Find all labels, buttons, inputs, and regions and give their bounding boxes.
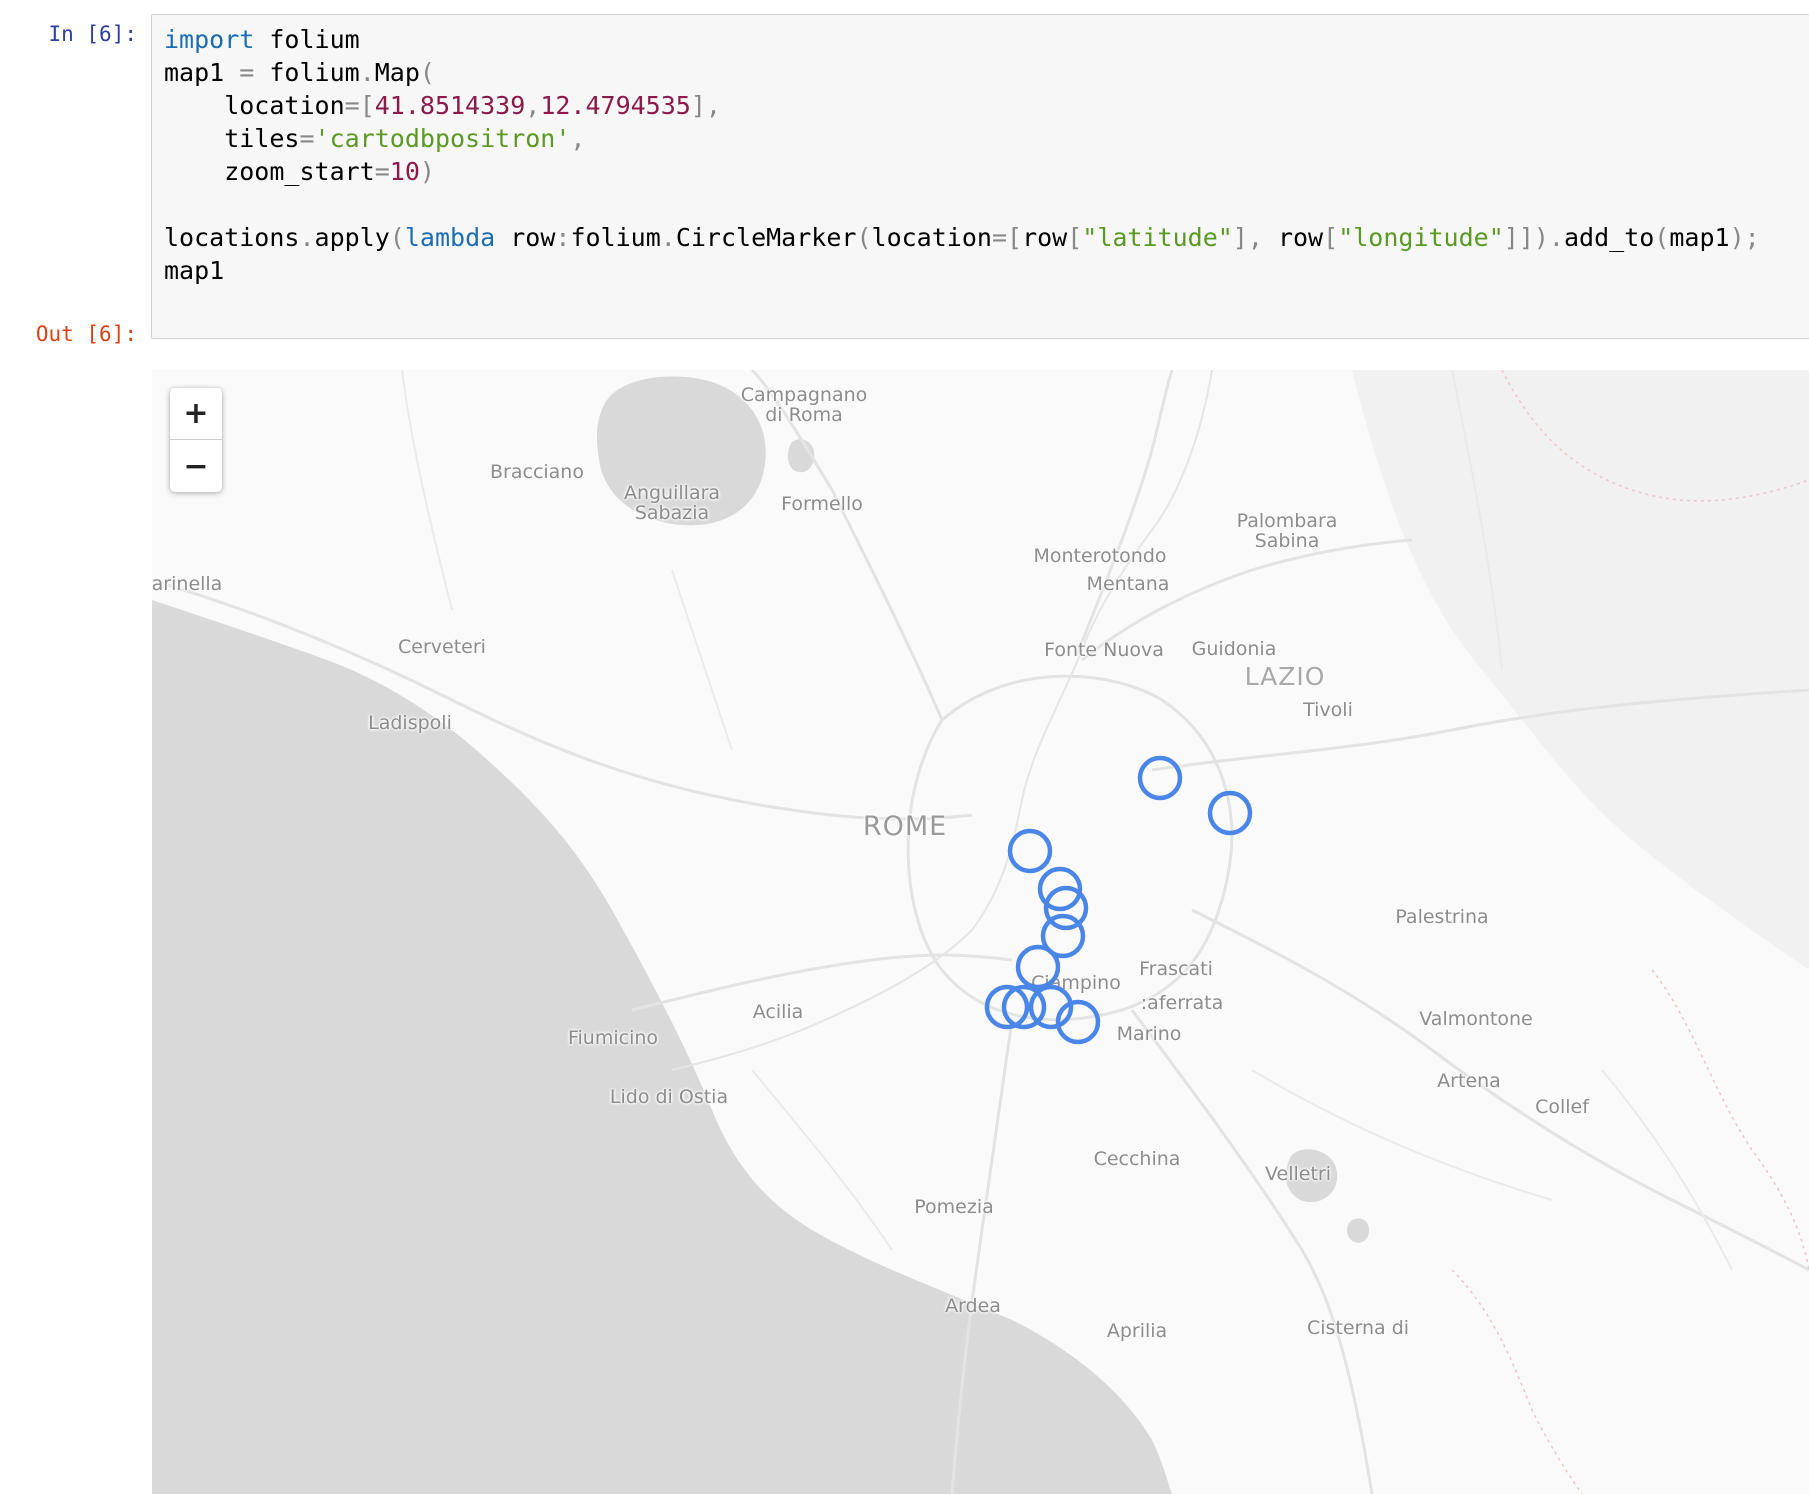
code-line-7: map1 xyxy=(164,256,225,285)
code-line-5: zoom_start=10) xyxy=(164,157,435,186)
code-line-4: tiles='cartodbpositron', xyxy=(164,124,585,153)
code-token: map1 xyxy=(1669,223,1730,252)
circle-marker[interactable] xyxy=(1207,790,1253,836)
code-token: row xyxy=(1022,223,1068,252)
code-token: location xyxy=(164,91,345,120)
code-operator: = xyxy=(299,124,315,153)
circle-markers-layer xyxy=(984,755,1253,1045)
code-operator: [ xyxy=(359,91,375,120)
code-line-6: locations.apply(lambda row:folium.Circle… xyxy=(164,223,1760,252)
code-token: location xyxy=(871,223,992,252)
zoom-control: + − xyxy=(170,388,222,492)
code-operator: , xyxy=(525,91,541,120)
code-operator: . xyxy=(660,223,676,252)
code-operator: , xyxy=(570,124,586,153)
code-operator: . xyxy=(299,223,315,252)
code-number: 12.4794535 xyxy=(540,91,691,120)
code-token: folium xyxy=(570,223,661,252)
code-operator: ( xyxy=(419,58,435,87)
folium-map[interactable]: Campagnano di Roma Bracciano Anguillara … xyxy=(152,370,1809,1494)
circle-marker[interactable] xyxy=(1137,755,1183,801)
code-operator: : xyxy=(555,223,571,252)
code-operator: ], xyxy=(690,91,721,120)
code-operator: ) xyxy=(419,157,435,186)
code-cell-editor[interactable]: import folium map1 = folium.Map( locatio… xyxy=(151,14,1809,339)
code-operator: . xyxy=(1548,223,1564,252)
code-token: CircleMarker xyxy=(675,223,857,252)
circle-marker[interactable] xyxy=(1007,828,1053,874)
input-prompt: In [6]: xyxy=(48,22,137,46)
code-operator: = xyxy=(344,91,360,120)
code-operator: ( xyxy=(856,223,872,252)
code-keyword: import xyxy=(164,25,255,54)
code-string: "latitude" xyxy=(1082,223,1233,252)
zoom-in-button[interactable]: + xyxy=(170,388,222,440)
zoom-out-button[interactable]: − xyxy=(170,440,222,492)
output-prompt: Out [6]: xyxy=(35,322,137,346)
code-operator: [ xyxy=(1067,223,1083,252)
code-line-2: map1 = folium.Map( xyxy=(164,58,435,87)
code-operator: = xyxy=(239,58,255,87)
code-operator: . xyxy=(359,58,375,87)
code-token: add_to xyxy=(1563,223,1655,252)
code-line-3: location=[41.8514339,12.4794535], xyxy=(164,91,721,120)
code-operator: [ xyxy=(1323,223,1339,252)
code-number: 10 xyxy=(389,157,420,186)
code-token: Map xyxy=(374,58,420,87)
code-operator: ]]) xyxy=(1503,223,1549,252)
code-token: row xyxy=(1262,223,1324,252)
code-operator: ( xyxy=(1654,223,1670,252)
code-line-1: import folium xyxy=(164,25,360,54)
code-string: 'cartodbpositron' xyxy=(314,124,571,153)
code-number: 41.8514339 xyxy=(374,91,526,120)
code-token: map1 xyxy=(164,58,240,87)
code-operator: ], xyxy=(1232,223,1263,252)
code-operator: ( xyxy=(389,223,405,252)
code-token: apply xyxy=(314,223,390,252)
code-operator: = xyxy=(991,223,1007,252)
code-operator: = xyxy=(374,157,390,186)
circle-marker[interactable] xyxy=(1015,944,1061,990)
code-operator: ); xyxy=(1729,223,1760,252)
code-token: locations xyxy=(164,223,300,252)
code-keyword: lambda xyxy=(404,223,496,252)
code-token: folium xyxy=(254,25,360,54)
code-operator: [ xyxy=(1007,223,1023,252)
code-string: "longitude" xyxy=(1338,223,1504,252)
code-token: zoom_start xyxy=(164,157,375,186)
code-token: tiles xyxy=(164,124,300,153)
code-token: folium xyxy=(254,58,360,87)
code-token: row xyxy=(495,223,556,252)
